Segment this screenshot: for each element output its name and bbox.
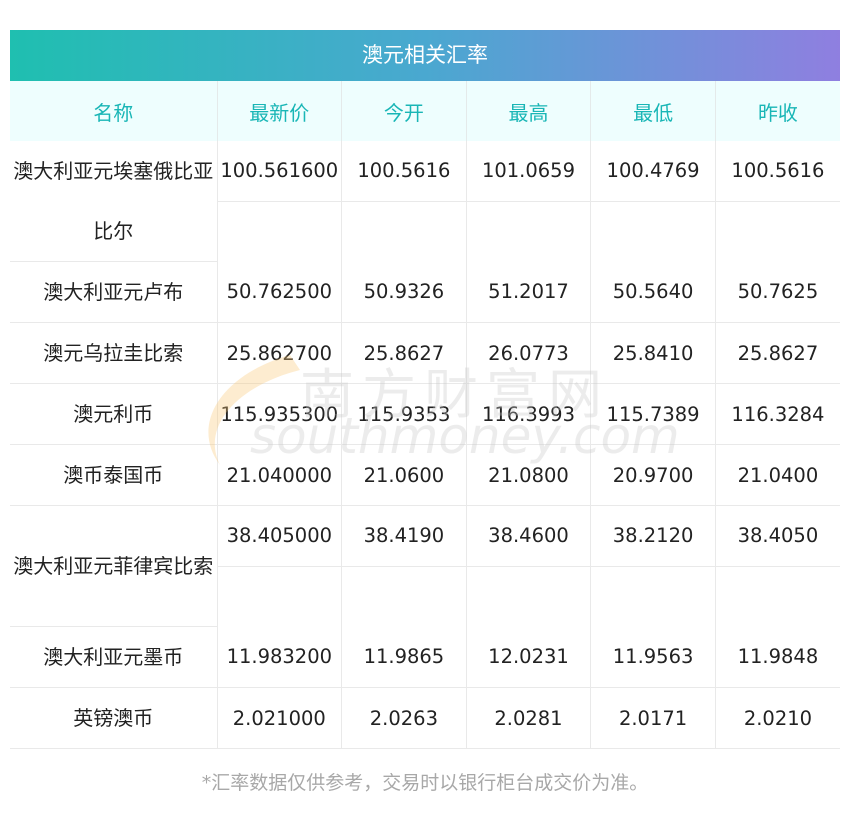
rates-table: 名称 最新价 今开 最高 最低 昨收 澳大利亚元埃塞俄比亚比尔 100.5616…	[10, 81, 840, 749]
header-high: 最高	[466, 81, 592, 141]
cell-high: 51.2017	[466, 261, 592, 323]
cell-high: 2.0281	[466, 687, 592, 749]
row-name: 澳大利亚元菲律宾比索	[10, 505, 218, 627]
cell-latest: 100.561600	[217, 141, 343, 262]
header-latest: 最新价	[217, 81, 343, 141]
header-prev-close: 昨收	[715, 81, 840, 141]
cell-prev-close: 50.7625	[715, 261, 840, 323]
cell-low: 115.7389	[590, 383, 716, 445]
cell-low: 2.0171	[590, 687, 716, 749]
cell-low: 11.9563	[590, 626, 716, 688]
cell-open: 50.9326	[341, 261, 467, 323]
table-row: 英镑澳币 2.021000 2.0263 2.0281 2.0171 2.021…	[10, 687, 840, 749]
cell-open: 38.4190	[341, 505, 467, 627]
rates-panel: 澳元相关汇率 名称 最新价 今开 最高 最低 昨收 澳大利亚元埃塞俄比亚比尔 1…	[10, 30, 840, 749]
cell-low: 100.4769	[590, 141, 716, 262]
table-row: 澳大利亚元卢布 50.762500 50.9326 51.2017 50.564…	[10, 261, 840, 323]
cell-prev-close: 11.9848	[715, 626, 840, 688]
header-row: 名称 最新价 今开 最高 最低 昨收	[10, 81, 840, 141]
cell-latest: 21.040000	[217, 444, 343, 506]
row-name: 澳大利亚元卢布	[10, 261, 218, 323]
header-name: 名称	[10, 81, 218, 141]
table-row: 澳大利亚元菲律宾比索 38.405000 38.4190 38.4600 38.…	[10, 505, 840, 627]
cell-high: 38.4600	[466, 505, 592, 627]
cell-low: 38.2120	[590, 505, 716, 627]
cell-prev-close: 38.4050	[715, 506, 840, 627]
cell-open: 100.5616	[341, 141, 467, 262]
cell-open: 115.9353	[341, 383, 467, 445]
disclaimer-note: *汇率数据仅供参考，交易时以银行柜台成交价为准。	[201, 772, 649, 794]
cell-open: 2.0263	[341, 687, 467, 749]
cell-high: 26.0773	[466, 322, 592, 384]
table-row: 澳元乌拉圭比索 25.862700 25.8627 26.0773 25.841…	[10, 322, 840, 384]
cell-prev-close: 25.8627	[715, 322, 840, 384]
table-title: 澳元相关汇率	[10, 30, 840, 81]
cell-high: 12.0231	[466, 626, 592, 688]
cell-low: 50.5640	[590, 261, 716, 323]
cell-latest: 50.762500	[217, 261, 343, 323]
row-name: 澳币泰国币	[10, 444, 218, 506]
cell-high: 116.3993	[466, 383, 592, 445]
table-row: 澳大利亚元埃塞俄比亚比尔 100.561600 100.5616 101.065…	[10, 141, 840, 262]
row-name: 澳元乌拉圭比索	[10, 322, 218, 384]
row-name: 澳大利亚元埃塞俄比亚比尔	[10, 141, 218, 262]
cell-open: 25.8627	[341, 322, 467, 384]
table-row: 澳大利亚元墨币 11.983200 11.9865 12.0231 11.956…	[10, 626, 840, 688]
cell-open: 21.0600	[341, 444, 467, 506]
row-name: 澳元利币	[10, 383, 218, 445]
cell-latest: 11.983200	[217, 626, 343, 688]
cell-latest: 25.862700	[217, 322, 343, 384]
cell-low: 25.8410	[590, 322, 716, 384]
cell-prev-close: 116.3284	[715, 383, 840, 445]
table-row: 澳元利币 115.935300 115.9353 116.3993 115.73…	[10, 383, 840, 445]
row-name: 英镑澳币	[10, 687, 218, 749]
header-open: 今开	[341, 81, 467, 141]
cell-prev-close: 100.5616	[715, 141, 840, 262]
cell-latest: 115.935300	[217, 383, 343, 445]
cell-latest: 38.405000	[217, 505, 343, 627]
cell-low: 20.9700	[590, 444, 716, 506]
cell-high: 21.0800	[466, 444, 592, 506]
row-name: 澳大利亚元墨币	[10, 626, 218, 688]
cell-open: 11.9865	[341, 626, 467, 688]
cell-prev-close: 2.0210	[715, 687, 840, 749]
table-row: 澳币泰国币 21.040000 21.0600 21.0800 20.9700 …	[10, 444, 840, 506]
cell-prev-close: 21.0400	[715, 444, 840, 506]
header-low: 最低	[590, 81, 716, 141]
cell-high: 101.0659	[466, 141, 592, 262]
cell-latest: 2.021000	[217, 687, 343, 749]
